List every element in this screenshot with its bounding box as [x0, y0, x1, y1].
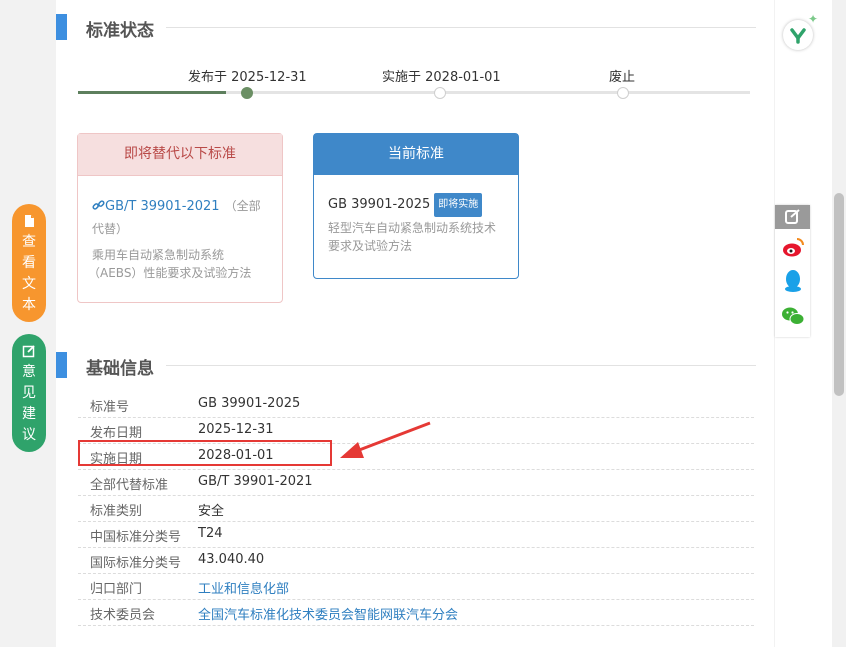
section-bar — [56, 352, 67, 378]
replace-desc-1: 乘用车自动紧急制动系统 — [92, 248, 225, 262]
table-row: 国际标准分类号 43.040.40 — [78, 547, 754, 574]
feedback-button[interactable]: 意 见 建 议 — [12, 334, 46, 452]
committee-link[interactable]: 全国汽车标准化技术委员会智能网联汽车分会 — [198, 604, 458, 623]
status-badge: 即将实施 — [434, 193, 483, 217]
view-text-char: 文 — [22, 276, 36, 292]
row-value: T24 — [198, 526, 223, 541]
replace-note-2: 代替） — [92, 222, 129, 236]
table-row: 标准类别 安全 — [78, 495, 754, 522]
highlight-box — [78, 440, 332, 466]
current-card-header: 当前标准 — [314, 134, 518, 175]
divider — [166, 365, 756, 366]
replace-desc-2: （AEBS）性能要求及试验方法 — [88, 266, 252, 280]
table-row: 全部代替标准 GB/T 39901-2021 — [78, 469, 754, 496]
timeline-published: 发布于 2025-12-31 — [188, 70, 307, 85]
timeline-dot-abolished — [617, 87, 629, 99]
weibo-icon[interactable] — [780, 235, 806, 261]
row-key: 标准号 — [90, 400, 130, 415]
timeline-progress — [78, 91, 226, 94]
current-desc-1: 轻型汽车自动紧急制动系统技术 — [328, 221, 497, 235]
edit-icon — [22, 345, 35, 358]
row-key: 标准类别 — [90, 504, 143, 519]
table-row: 归口部门 工业和信息化部 — [78, 573, 754, 600]
feedback-char: 建 — [22, 406, 36, 422]
row-key: 中国标准分类号 — [90, 530, 182, 545]
replaced-std-link[interactable]: GB/T 39901-2021 — [105, 199, 220, 214]
row-key: 发布日期 — [90, 426, 143, 441]
divider — [166, 27, 756, 28]
current-card: 当前标准 GB 39901-2025 即将实施 轻型汽车自动紧急制动系统技术 要求… — [313, 133, 519, 279]
replace-card-header: 即将替代以下标准 — [78, 134, 282, 176]
document-icon — [25, 215, 34, 227]
share-bar — [775, 205, 810, 337]
row-value: GB/T 39901-2021 — [198, 474, 313, 489]
row-value: GB 39901-2025 — [198, 396, 301, 411]
share-icon[interactable] — [775, 205, 810, 229]
department-link[interactable]: 工业和信息化部 — [198, 578, 289, 597]
view-text-button[interactable]: 查 看 文 本 — [12, 204, 46, 322]
status-section-title: 标准状态 — [56, 14, 756, 42]
row-key: 技术委员会 — [90, 608, 156, 623]
view-text-char: 查 — [22, 234, 36, 250]
replace-note: （全部 — [224, 199, 261, 213]
timeline-abolished: 废止 — [609, 70, 636, 85]
section-bar — [56, 14, 67, 40]
main-panel: 标准状态 发布于 2025-12-31 实施于 2028-01-01 废止 即将… — [56, 0, 774, 647]
feedback-char: 见 — [22, 385, 36, 401]
timeline-dot-published — [241, 87, 253, 99]
table-row: 中国标准分类号 T24 — [78, 521, 754, 548]
current-std-no: GB 39901-2025 — [328, 197, 431, 212]
row-key: 归口部门 — [90, 582, 143, 597]
annotation-arrow-icon — [340, 421, 431, 458]
feedback-char: 议 — [22, 427, 36, 443]
row-value: 安全 — [198, 504, 225, 519]
sparkle-icon: ✦ — [808, 12, 819, 26]
timeline-dot-implemented — [434, 87, 446, 99]
table-row: 技术委员会 全国汽车标准化技术委员会智能网联汽车分会 — [78, 599, 754, 626]
view-text-char: 本 — [22, 297, 36, 313]
basic-title: 基础信息 — [86, 359, 154, 379]
current-desc-2: 要求及试验方法 — [328, 239, 413, 253]
status-title: 标准状态 — [86, 21, 154, 41]
row-value: 43.040.40 — [198, 552, 265, 567]
feedback-char: 意 — [22, 364, 36, 380]
row-key: 全部代替标准 — [90, 478, 169, 493]
wechat-icon[interactable] — [780, 303, 806, 329]
timeline-implemented: 实施于 2028-01-01 — [382, 70, 501, 85]
view-text-char: 看 — [22, 255, 36, 271]
basic-section-title: 基础信息 — [56, 352, 756, 380]
link-icon — [92, 196, 105, 218]
row-key: 国际标准分类号 — [90, 556, 182, 571]
table-row: 标准号 GB 39901-2025 — [78, 391, 754, 418]
replace-card: 即将替代以下标准 GB/T 39901-2021 （全部 代替） 乘用车自动紧急… — [77, 133, 283, 303]
row-value: 2025-12-31 — [198, 422, 274, 437]
qq-icon[interactable] — [780, 268, 806, 294]
scrollbar-thumb[interactable] — [834, 193, 844, 396]
